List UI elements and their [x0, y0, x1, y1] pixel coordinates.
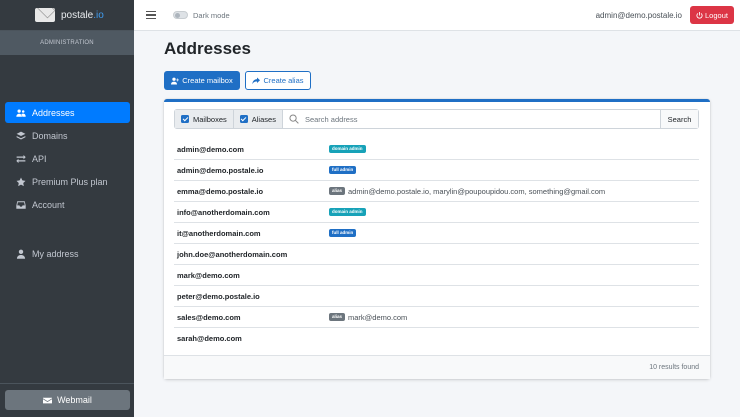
create-alias-button[interactable]: Create alias	[245, 71, 311, 90]
address-cell[interactable]: admin@demo.com	[177, 145, 244, 154]
envelope-icon	[43, 397, 53, 403]
table-row[interactable]: info@anotherdomain.com domain admin	[174, 202, 699, 223]
address-cell[interactable]: sales@demo.com	[177, 313, 241, 322]
brand[interactable]: postale.io	[0, 0, 134, 31]
sidebar-item-my-address[interactable]: My address	[5, 243, 130, 264]
table-row[interactable]: admin@demo.com domain admin	[174, 139, 699, 160]
sidebar-nav-secondary: My address	[5, 243, 130, 266]
addresses-table: admin@demo.com domain admin admin@demo.p…	[174, 139, 699, 349]
sidebar-nav: Addresses Domains API Premium Plus plan …	[5, 102, 130, 217]
dark-mode-toggle[interactable]	[173, 11, 188, 19]
power-icon	[696, 11, 703, 19]
sidebar-item-label: Premium Plus plan	[32, 176, 108, 187]
aliases-filter[interactable]: Aliases	[233, 110, 283, 128]
user-email: admin@demo.postale.io	[595, 11, 682, 20]
table-row[interactable]: mark@demo.com	[174, 265, 699, 286]
table-row[interactable]: sales@demo.com alias mark@demo.com	[174, 307, 699, 328]
address-cell[interactable]: sarah@demo.com	[177, 334, 242, 343]
sidebar-divider	[0, 383, 134, 384]
layers-icon	[15, 130, 26, 141]
alias-targets: admin@demo.postale.io, marylin@poupoupid…	[348, 186, 606, 196]
role-badge: domain admin	[329, 145, 366, 153]
sidebar-item-premium[interactable]: Premium Plus plan	[5, 171, 130, 192]
sidebar-item-api[interactable]: API	[5, 148, 130, 169]
table-row[interactable]: peter@demo.postale.io	[174, 286, 699, 307]
page-title: Addresses	[164, 39, 251, 58]
address-cell[interactable]: peter@demo.postale.io	[177, 292, 260, 301]
webmail-button[interactable]: Webmail	[5, 390, 130, 410]
table-row[interactable]: john.doe@anotherdomain.com	[174, 244, 699, 265]
info-cell: full admin	[329, 229, 359, 237]
search-button[interactable]: Search	[660, 110, 698, 128]
card-footer: 10 results found	[164, 355, 710, 379]
mailboxes-filter[interactable]: Mailboxes	[175, 110, 234, 128]
alias-targets: mark@demo.com	[348, 312, 408, 322]
search-input[interactable]	[304, 114, 605, 124]
info-cell: full admin	[329, 166, 359, 174]
sidebar-item-account[interactable]: Account	[5, 194, 130, 215]
webmail-label: Webmail	[57, 395, 92, 405]
user-plus-icon	[171, 77, 180, 84]
logout-label: Logout	[705, 10, 728, 20]
address-cell[interactable]: emma@demo.postale.io	[177, 187, 263, 196]
create-mailbox-label: Create mailbox	[182, 76, 233, 85]
star-icon	[15, 176, 26, 187]
brand-name: postale.io	[61, 9, 104, 21]
exchange-icon	[15, 153, 26, 164]
dark-mode-label: Dark mode	[193, 10, 230, 20]
sidebar: postale.io ADMINISTRATION Addresses Doma…	[0, 0, 134, 417]
role-badge: full admin	[329, 166, 357, 174]
info-cell: domain admin	[329, 145, 369, 153]
section-header: ADMINISTRATION	[0, 31, 134, 55]
address-cell[interactable]: admin@demo.postale.io	[177, 166, 264, 175]
create-mailbox-button[interactable]: Create mailbox	[164, 71, 240, 90]
sidebar-item-label: Addresses	[32, 107, 75, 118]
sidebar-item-label: Account	[32, 199, 65, 210]
users-icon	[15, 107, 26, 118]
address-cell[interactable]: mark@demo.com	[177, 271, 240, 280]
results-count: 10 results found	[649, 364, 699, 371]
info-cell: domain admin	[329, 208, 369, 216]
alias-badge: alias	[329, 313, 346, 321]
search-icon	[289, 114, 299, 124]
address-cell[interactable]: it@anotherdomain.com	[177, 229, 261, 238]
sidebar-item-label: Domains	[32, 130, 68, 141]
logout-button[interactable]: Logout	[690, 6, 734, 24]
address-cell[interactable]: john.doe@anotherdomain.com	[177, 250, 287, 259]
info-cell: alias admin@demo.postale.io, marylin@pou…	[329, 187, 605, 196]
menu-toggle-icon[interactable]	[146, 11, 156, 19]
mailboxes-label: Mailboxes	[193, 114, 227, 124]
table-row[interactable]: emma@demo.postale.io alias admin@demo.po…	[174, 181, 699, 202]
table-row[interactable]: admin@demo.postale.io full admin	[174, 160, 699, 181]
aliases-label: Aliases	[251, 114, 276, 124]
sidebar-item-label: My address	[32, 248, 79, 259]
share-icon	[252, 77, 261, 84]
sidebar-item-domains[interactable]: Domains	[5, 125, 130, 146]
filter-bar: Mailboxes Aliases Search	[174, 109, 699, 129]
table-row[interactable]: it@anotherdomain.com full admin	[174, 223, 699, 244]
envelope-logo-icon	[35, 8, 55, 22]
addresses-card: Mailboxes Aliases Search admin@demo.com …	[164, 99, 710, 379]
topbar: Dark mode admin@demo.postale.io Logout	[134, 0, 740, 31]
inbox-icon	[15, 199, 26, 210]
create-alias-label: Create alias	[263, 76, 304, 85]
mailboxes-checkbox[interactable]	[181, 115, 189, 123]
user-icon	[15, 248, 26, 259]
alias-badge: alias	[329, 187, 346, 195]
search-wrap	[283, 110, 660, 128]
role-badge: domain admin	[329, 208, 366, 216]
role-badge: full admin	[329, 229, 357, 237]
aliases-checkbox[interactable]	[239, 115, 248, 123]
sidebar-item-addresses[interactable]: Addresses	[5, 102, 130, 123]
table-row[interactable]: sarah@demo.com	[174, 328, 699, 349]
address-cell[interactable]: info@anotherdomain.com	[177, 208, 270, 217]
info-cell: alias mark@demo.com	[329, 313, 407, 322]
sidebar-item-label: API	[32, 153, 47, 164]
